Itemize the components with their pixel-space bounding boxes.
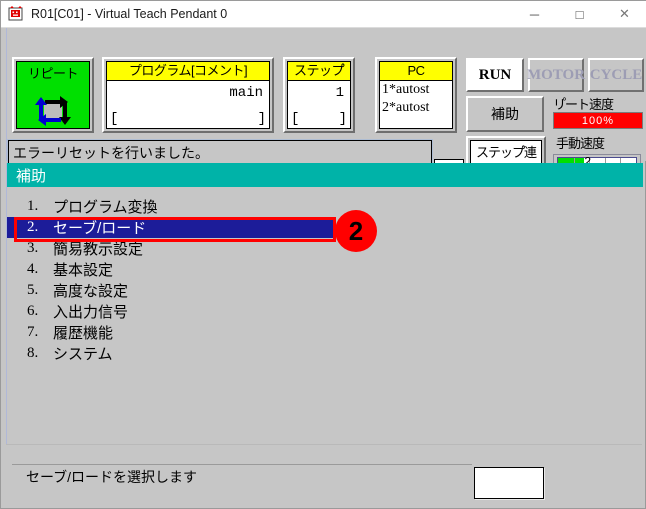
aux-menu-list: 1. プログラム変換 2. セーブ/ロード 3. 簡易教示設定 4. 基本設定 … <box>7 196 643 364</box>
program-comment-tile[interactable]: プログラム[コメント] main [ ] <box>102 57 274 133</box>
annotation-step-badge: 2 <box>335 210 377 252</box>
menu-item-simple-teach-settings[interactable]: 3. 簡易教示設定 <box>7 238 643 259</box>
menu-item-label: 高度な設定 <box>53 283 129 300</box>
menu-item-label: 簡易教示設定 <box>53 241 144 258</box>
menu-item-io-signals[interactable]: 6. 入出力信号 <box>7 301 643 322</box>
step-brackets: [ ] <box>291 111 347 127</box>
minimize-icon[interactable]: ─ <box>512 1 557 28</box>
cycle-button[interactable]: CYCLE <box>588 58 644 92</box>
program-tile-body: main [ ] <box>107 81 269 128</box>
pc-program-line-2: 2*autost <box>382 100 430 115</box>
menu-item-system[interactable]: 8. システム <box>7 343 643 364</box>
menu-item-label: セーブ/ロード <box>53 220 147 237</box>
menu-item-number: 6. <box>27 303 39 319</box>
manual-speed-label: 手動速度 <box>556 136 605 151</box>
menu-item-label: システム <box>53 346 113 363</box>
menu-item-label: 履歴機能 <box>53 325 114 342</box>
menu-item-number: 7. <box>27 324 39 340</box>
close-icon[interactable]: ✕ <box>602 1 646 28</box>
program-comment-brackets: [ ] <box>110 111 266 127</box>
window-title: R01[C01] - Virtual Teach Pendant 0 <box>31 7 228 21</box>
step-continuous-label: ステップ゚連 <box>475 145 537 160</box>
step-number-value: 1 <box>335 85 344 101</box>
bottom-message: セーブ/ロードを選択します <box>26 469 198 485</box>
run-button[interactable]: RUN <box>466 58 524 92</box>
pc-tile-body: 1*autost 2*autost <box>380 81 452 128</box>
status-panel: リピート プログラム[コメント] main [] ステップ゚ 1 [] PC… <box>2 28 646 186</box>
bracket-left: [ <box>110 111 119 127</box>
program-name-value: main <box>229 85 263 101</box>
teach-pendant-window: R01[C01] - Virtual Teach Pendant 0 ─ □ ✕… <box>0 0 646 509</box>
step-tile-body: 1 [ ] <box>288 81 350 128</box>
cycle-arrows-icon <box>32 92 74 128</box>
menu-item-label: 入出力信号 <box>53 304 129 321</box>
maximize-icon[interactable]: □ <box>557 1 602 28</box>
pc-tile[interactable]: PC 1*autost 2*autost <box>375 57 457 133</box>
bracket-right: ] <box>338 111 347 127</box>
aux-button[interactable]: 補助 <box>466 96 544 132</box>
title-bar: R01[C01] - Virtual Teach Pendant 0 ─ □ ✕ <box>1 1 646 28</box>
pc-tile-header: PC <box>380 62 452 81</box>
bracket-left: [ <box>291 111 300 127</box>
menu-item-number: 8. <box>27 345 39 361</box>
menu-item-number: 5. <box>27 282 39 298</box>
repeat-mode-label: リピート <box>27 66 79 81</box>
menu-item-number: 2. <box>27 219 39 235</box>
step-tile[interactable]: ステップ゚ 1 [ ] <box>283 57 355 133</box>
pc-program-line-1: 1*autost <box>382 82 430 97</box>
menu-item-save-load[interactable]: 2. セーブ/ロード <box>7 217 333 238</box>
menu-item-label: 基本設定 <box>53 262 114 279</box>
menu-item-program-convert[interactable]: 1. プログラム変換 <box>7 196 643 217</box>
bottom-input-box[interactable] <box>474 467 544 499</box>
step-tile-header: ステップ゚ <box>288 62 350 81</box>
menu-item-number: 3. <box>27 240 39 256</box>
robot-app-icon <box>8 6 24 22</box>
menu-item-number: 4. <box>27 261 39 277</box>
repeat-speed-label: リ゚ート速度 <box>553 97 614 112</box>
window-controls: ─ □ ✕ <box>512 1 646 28</box>
menu-item-history[interactable]: 7. 履歴機能 <box>7 322 643 343</box>
menu-item-label: プログラム変換 <box>53 199 158 216</box>
repeat-speed-value[interactable]: 100% <box>553 112 643 129</box>
content-header: 補助 <box>7 163 643 187</box>
program-tile-header: プログラム[コメント] <box>107 62 269 81</box>
bottom-separator <box>12 464 472 465</box>
repeat-mode-tile[interactable]: リピート <box>12 57 94 133</box>
bottom-bar: セーブ/ロードを選択します <box>6 444 642 506</box>
motor-button[interactable]: MOTOR <box>527 58 585 92</box>
menu-item-number: 1. <box>27 198 39 214</box>
status-message-text: エラーリセットを行いました。 <box>13 145 209 161</box>
menu-item-basic-settings[interactable]: 4. 基本設定 <box>7 259 643 280</box>
menu-item-advanced-settings[interactable]: 5. 高度な設定 <box>7 280 643 301</box>
main-content: 補助 1. プログラム変換 2. セーブ/ロード 3. 簡易教示設定 4. 基本… <box>6 163 643 444</box>
bracket-right: ] <box>257 111 266 127</box>
left-edge-strip <box>2 28 7 161</box>
